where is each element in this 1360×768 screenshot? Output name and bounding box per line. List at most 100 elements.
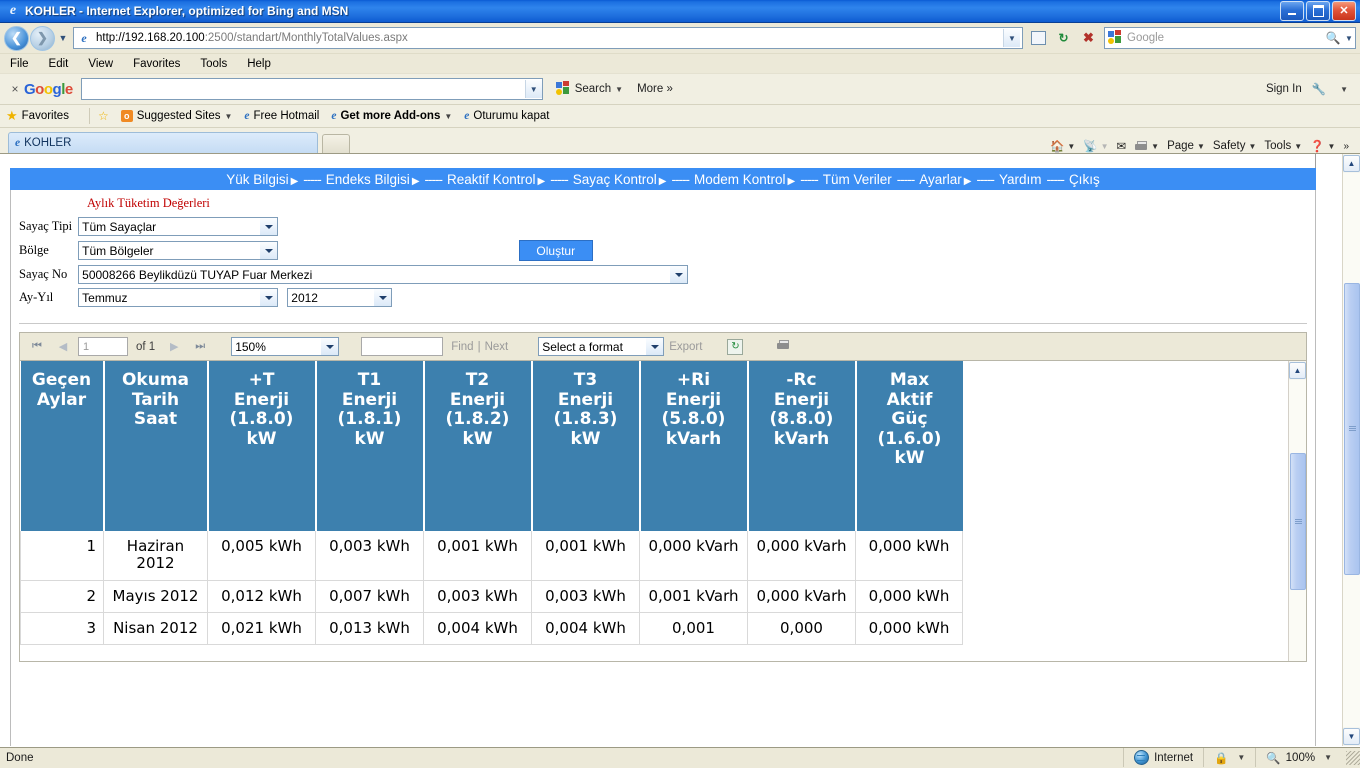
nav-item-endeks-bilgisi[interactable]: Endeks Bilgisi ▶ <box>326 172 420 187</box>
page-number-input[interactable]: 1 <box>78 337 128 356</box>
nav-item-ayarlar[interactable]: Ayarlar ▶ <box>919 172 971 187</box>
menu-help[interactable]: Help <box>247 58 271 70</box>
sayac-no-select[interactable]: 50008266 Beylikdüzü TUYAP Fuar Merkezi <box>78 265 689 284</box>
forward-arrow-icon[interactable]: ❯ <box>30 25 55 51</box>
magnifier-icon[interactable]: 🔍 <box>1323 31 1343 45</box>
page-vertical-scrollbar[interactable]: ▲ ▼ <box>1342 154 1360 746</box>
nav-item-modem-kontrol[interactable]: Modem Kontrol ▶ <box>694 172 795 187</box>
ay-select[interactable]: Temmuz <box>78 288 279 307</box>
stop-icon[interactable]: ✖ <box>1077 27 1100 50</box>
format-select[interactable]: Select a format <box>538 337 665 356</box>
cell-max-aktif-guc: 0,000 kWh <box>855 580 963 613</box>
nav-item-tum-veriler[interactable]: Tüm Veriler <box>823 172 892 187</box>
menu-tools[interactable]: Tools <box>200 58 227 70</box>
feeds-icon[interactable]: 📡 ▼ <box>1080 139 1111 153</box>
report-vertical-scrollbar[interactable]: ▲ <box>1288 361 1306 661</box>
google-search-button[interactable]: Search ▼ <box>553 81 623 97</box>
chevron-down-icon[interactable]: ▼ <box>615 85 623 94</box>
find-button[interactable]: Find <box>451 341 473 353</box>
find-input[interactable] <box>361 337 444 356</box>
print-icon[interactable]: ▼ <box>1131 140 1162 152</box>
chevron-down-icon[interactable]: ▼ <box>444 112 452 121</box>
nav-item-sayac-kontrol[interactable]: Sayaç Kontrol ▶ <box>573 172 667 187</box>
security-zone[interactable]: Internet <box>1123 748 1203 767</box>
fav-oturumu-kapat[interactable]: e Oturumu kapat <box>464 110 549 122</box>
home-icon[interactable]: 🏠 ▼ <box>1047 139 1078 153</box>
print-icon[interactable] <box>766 339 800 354</box>
url-input[interactable]: e http://192.168.20.100:2500/standart/Mo… <box>73 27 1023 49</box>
col-rc-enerji: -Rc Enerji (8.8.0) kVarh <box>747 361 857 531</box>
previous-page-icon[interactable]: ◀ <box>50 340 76 353</box>
refresh-icon[interactable]: ↻ <box>718 338 752 355</box>
chevron-down-icon[interactable]: ▼ <box>224 112 232 121</box>
new-tab-button[interactable] <box>322 134 350 153</box>
refresh-icon[interactable]: ↻ <box>1052 27 1075 50</box>
scroll-thumb[interactable] <box>1290 453 1306 590</box>
export-button[interactable]: Export <box>669 341 702 353</box>
google-sign-in-link[interactable]: Sign In <box>1266 83 1302 95</box>
scroll-down-icon[interactable]: ▼ <box>1343 728 1360 745</box>
fav-suggested-sites[interactable]: o Suggested Sites ▼ <box>120 110 232 122</box>
page-menu[interactable]: Page ▼ <box>1164 140 1208 152</box>
cell-rc-enerji: 0,000 kVarh <box>747 580 856 613</box>
favorites-add-icon[interactable]: ☆ <box>98 109 109 123</box>
url-chevron-down-icon[interactable]: ▼ <box>1003 29 1020 47</box>
read-mail-icon[interactable]: ✉ <box>1114 139 1130 153</box>
search-provider-chevron-down-icon[interactable]: ▼ <box>1343 34 1355 43</box>
scroll-track[interactable] <box>1289 380 1306 661</box>
menu-favorites[interactable]: Favorites <box>133 58 180 70</box>
cell-okuma-tarih: Nisan 2012 <box>103 612 208 646</box>
first-page-icon[interactable]: ⏮ <box>24 340 50 353</box>
zoom-select[interactable]: 150% <box>231 337 340 356</box>
google-history-chevron-down-icon[interactable]: ▼ <box>524 80 542 98</box>
search-input[interactable]: Google 🔍 ▼ <box>1104 27 1356 49</box>
google-more-button[interactable]: More » <box>637 83 673 95</box>
favorites-label: Favorites <box>21 110 69 122</box>
nav-item-yuk-bilgisi[interactable]: Yük Bilgisi ▶ <box>226 172 298 187</box>
cell-t3-enerji: 0,003 kWh <box>531 580 640 613</box>
scroll-thumb[interactable] <box>1344 283 1360 575</box>
scroll-track[interactable] <box>1343 173 1360 727</box>
menu-view[interactable]: View <box>88 58 113 70</box>
zoom-control[interactable]: 🔍 100% ▼ <box>1255 748 1342 767</box>
last-page-icon[interactable]: ⏭ <box>187 340 213 353</box>
safety-menu[interactable]: Safety ▼ <box>1210 140 1260 152</box>
fav-free-hotmail[interactable]: e Free Hotmail <box>244 110 319 122</box>
bolge-select[interactable]: Tüm Bölgeler <box>78 241 279 260</box>
resize-grip[interactable] <box>1346 750 1360 765</box>
protected-mode[interactable]: 🔒 ▼ <box>1203 748 1255 767</box>
window-controls: ✕ <box>1280 1 1358 21</box>
sayac-tipi-select[interactable]: Tüm Sayaçlar <box>78 217 279 236</box>
maximize-button[interactable] <box>1306 1 1330 21</box>
fav-get-more-addons[interactable]: e Get more Add-ons ▼ <box>331 110 452 122</box>
tab-kohler[interactable]: e KOHLER <box>8 132 318 153</box>
menu-edit[interactable]: Edit <box>49 58 69 70</box>
back-arrow-icon[interactable]: ❮ <box>4 25 29 51</box>
nav-separator: ----- <box>671 171 690 187</box>
wrench-icon[interactable]: 🔧 <box>1312 82 1326 96</box>
menu-file[interactable]: File <box>10 58 29 70</box>
nav-item-reaktif-kontrol[interactable]: Reaktif Kontrol ▶ <box>447 172 545 187</box>
nav-item-cikis[interactable]: Çıkış <box>1069 172 1100 187</box>
close-button[interactable]: ✕ <box>1332 1 1356 21</box>
overflow-chevron-icon[interactable]: » <box>1340 141 1352 152</box>
chevron-down-icon[interactable]: ▼ <box>1340 85 1348 94</box>
help-icon[interactable]: ❓ ▼ <box>1307 139 1338 153</box>
yil-select[interactable]: 2012 <box>287 288 393 307</box>
close-toolbar-icon[interactable]: × <box>6 82 24 96</box>
chevron-down-icon[interactable]: ▼ <box>1324 753 1332 762</box>
next-page-icon[interactable]: ▶ <box>161 340 187 353</box>
scroll-up-icon[interactable]: ▲ <box>1289 362 1306 379</box>
google-search-input[interactable]: ▼ <box>80 78 543 100</box>
recent-pages-chevron-down-icon[interactable]: ▼ <box>56 33 70 43</box>
compatibility-view-icon[interactable] <box>1027 27 1050 50</box>
cell-max-aktif-guc: 0,000 kWh <box>855 612 963 646</box>
favorites-button[interactable]: ★ Favorites <box>6 108 69 124</box>
tools-menu[interactable]: Tools ▼ <box>1261 140 1305 152</box>
nav-item-yardim[interactable]: Yardım <box>999 172 1042 187</box>
scroll-up-icon[interactable]: ▲ <box>1343 155 1360 172</box>
find-next-button[interactable]: Next <box>485 341 509 353</box>
minimize-button[interactable] <box>1280 1 1304 21</box>
chevron-down-icon[interactable]: ▼ <box>1237 753 1245 762</box>
olustur-button[interactable]: Oluştur <box>518 240 593 261</box>
